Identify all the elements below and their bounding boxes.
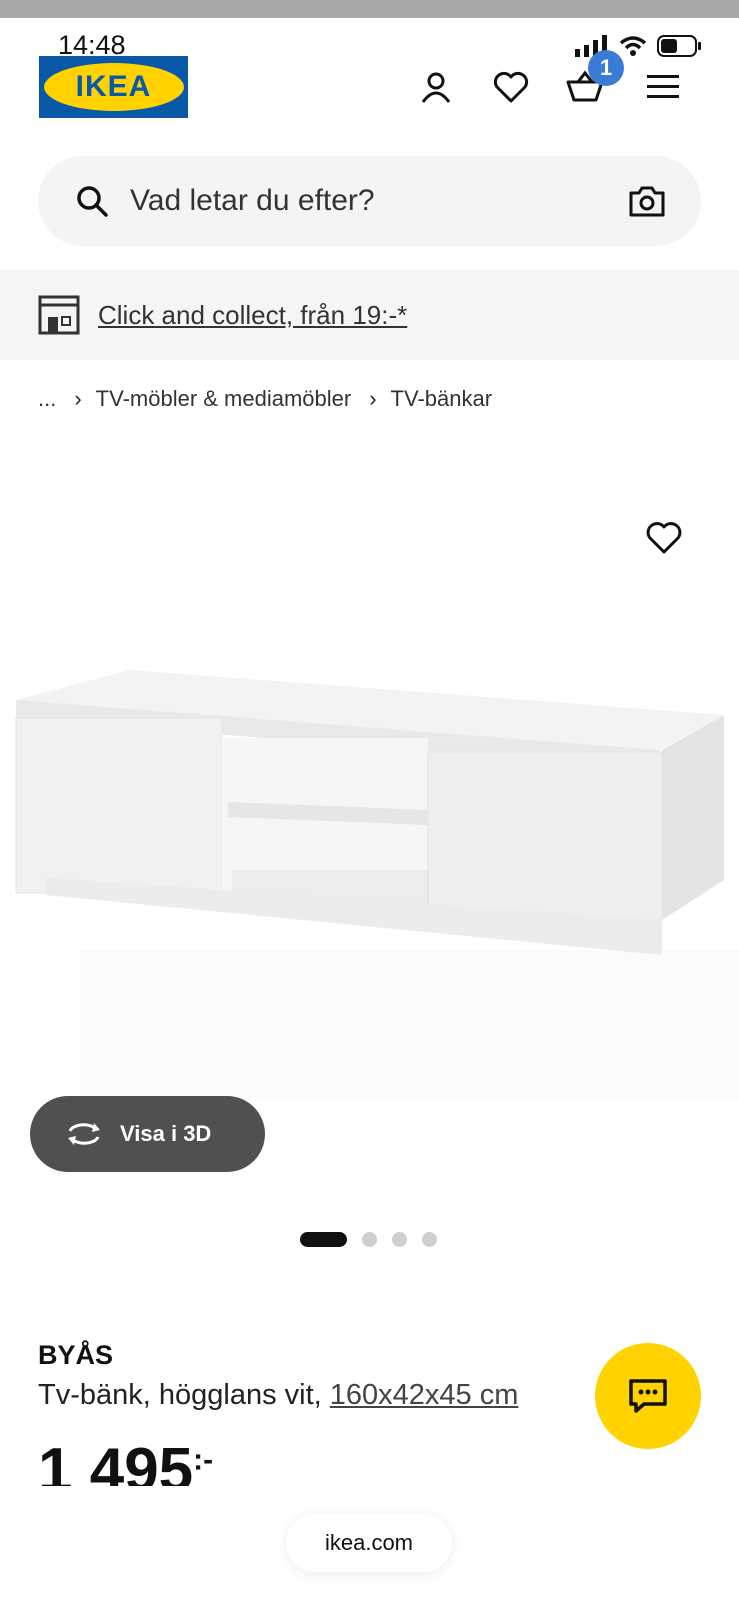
product-price: 1 495:- bbox=[38, 1440, 213, 1486]
chat-icon bbox=[629, 1379, 667, 1413]
search-bar[interactable]: Vad letar du efter? bbox=[38, 156, 701, 246]
logo-text: IKEA bbox=[75, 70, 152, 103]
breadcrumb: ... › TV-möbler & mediamöbler › TV-bänka… bbox=[38, 386, 492, 412]
search-icon bbox=[77, 186, 108, 217]
add-to-favorites-icon[interactable] bbox=[646, 520, 682, 556]
browser-top-bar bbox=[0, 0, 739, 18]
chat-button[interactable] bbox=[595, 1343, 701, 1449]
wishlist-icon[interactable] bbox=[492, 68, 530, 106]
account-icon[interactable] bbox=[417, 68, 455, 106]
breadcrumb-ellipsis[interactable]: ... bbox=[38, 386, 56, 412]
camera-search-icon[interactable] bbox=[627, 181, 667, 221]
chevron-right-icon: › bbox=[74, 386, 82, 411]
browser-url-bar[interactable]: ikea.com bbox=[286, 1514, 452, 1572]
price-value: 1 495 bbox=[38, 1440, 194, 1486]
gallery-dot-1[interactable] bbox=[300, 1232, 347, 1247]
search-input[interactable]: Vad letar du efter? bbox=[130, 184, 627, 218]
view-in-3d-button[interactable]: Visa i 3D bbox=[30, 1096, 265, 1172]
product-image[interactable] bbox=[0, 670, 739, 1110]
product-description: Tv-bänk, högglans vit, 160x42x45 cm bbox=[38, 1379, 518, 1412]
ikea-logo[interactable]: IKEA bbox=[39, 56, 188, 118]
gallery-dot-4[interactable] bbox=[422, 1232, 437, 1247]
chevron-right-icon: › bbox=[369, 386, 377, 411]
click-collect-link[interactable]: Click and collect, från 19:-* bbox=[98, 300, 407, 331]
gallery-pagination bbox=[300, 1232, 437, 1247]
battery-icon bbox=[657, 35, 701, 57]
price-suffix: :- bbox=[193, 1443, 214, 1477]
gallery-dot-2[interactable] bbox=[362, 1232, 377, 1247]
wifi-icon bbox=[619, 36, 647, 56]
view-in-3d-label: Visa i 3D bbox=[120, 1121, 212, 1146]
store-icon bbox=[38, 295, 80, 335]
cart-count-badge: 1 bbox=[588, 50, 624, 86]
breadcrumb-item-tv-bankar[interactable]: TV-bänkar bbox=[391, 386, 493, 412]
product-name: BYÅS bbox=[38, 1340, 114, 1370]
product-description-text: Tv-bänk, högglans vit, bbox=[38, 1379, 330, 1411]
rotate-3d-icon bbox=[68, 1123, 100, 1145]
product-dimensions-link[interactable]: 160x42x45 cm bbox=[330, 1379, 519, 1411]
breadcrumb-item-tv-mobler[interactable]: TV-möbler & mediamöbler bbox=[96, 386, 352, 412]
menu-icon[interactable] bbox=[644, 68, 682, 106]
gallery-dot-3[interactable] bbox=[392, 1232, 407, 1247]
click-collect-banner[interactable]: Click and collect, från 19:-* bbox=[0, 270, 739, 360]
